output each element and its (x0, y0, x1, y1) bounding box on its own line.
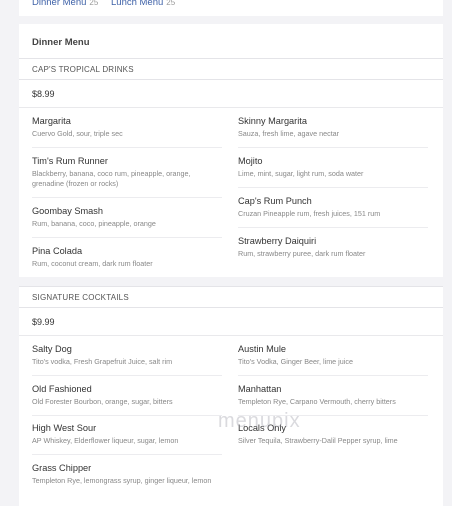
divider (238, 147, 428, 148)
item-description: Sauza, fresh lime, agave nectar (238, 129, 340, 138)
divider (19, 335, 443, 336)
tab-count: 25 (89, 0, 99, 7)
item-description: Tito's vodka, Fresh Grapefruit Juice, sa… (32, 357, 173, 366)
section-heading: CAP'S TROPICAL DRINKS (32, 65, 134, 74)
tab-count: 25 (166, 0, 176, 7)
item-name: Salty Dog (32, 344, 72, 354)
divider (238, 227, 428, 228)
menu-item: Austin Mule Tito's Vodka, Ginger Beer, l… (238, 343, 428, 367)
item-name: Locals Only (238, 423, 287, 433)
item-name: Manhattan (238, 384, 282, 394)
divider (238, 187, 428, 188)
tab-lunch-menu[interactable]: Lunch Menu 25 (111, 0, 175, 8)
menu-item: Manhattan Templeton Rye, Carpano Vermout… (238, 383, 428, 407)
section-gap (19, 277, 443, 286)
item-description: Rum, coconut cream, dark rum floater (32, 259, 153, 268)
section-price: $8.99 (32, 89, 55, 99)
section-header: SIGNATURE COCKTAILS (19, 286, 443, 308)
divider (19, 107, 443, 108)
item-name: Cap's Rum Punch (238, 196, 312, 206)
item-description: Silver Tequila, Strawberry-Dalil Pepper … (238, 436, 398, 445)
menu-item: Tim's Rum Runner Blackberry, banana, coc… (32, 155, 222, 189)
item-name: Goombay Smash (32, 206, 103, 216)
menu-item: Strawberry Daiquiri Rum, strawberry pure… (238, 235, 428, 259)
item-description: Blackberry, banana, coco rum, pineapple,… (32, 169, 191, 188)
divider (32, 147, 222, 148)
item-name: Margarita (32, 116, 71, 126)
item-description: Rum, strawberry puree, dark rum floater (238, 249, 366, 258)
item-name: Strawberry Daiquiri (238, 236, 317, 246)
divider (32, 237, 222, 238)
divider (32, 454, 222, 455)
item-description: Templeton Rye, lemongrass syrup, ginger … (32, 476, 212, 485)
item-description: Old Forester Bourbon, orange, sugar, bit… (32, 397, 173, 406)
item-name: High West Sour (32, 423, 97, 433)
menu-item: Skinny Margarita Sauza, fresh lime, agav… (238, 115, 428, 139)
menu-panel: Dinner Menu CAP'S TROPICAL DRINKS $8.99 … (19, 24, 443, 506)
tab-label: Lunch Menu (111, 0, 164, 8)
tab-label: Dinner Menu (32, 0, 87, 8)
menu-title: Dinner Menu (32, 37, 90, 48)
item-description: AP Whiskey, Elderflower liqueur, sugar, … (32, 436, 179, 445)
item-name: Mojito (238, 156, 263, 166)
item-name: Tim's Rum Runner (32, 156, 108, 166)
section-header: CAP'S TROPICAL DRINKS (19, 58, 443, 80)
menu-item: Old Fashioned Old Forester Bourbon, oran… (32, 383, 222, 407)
item-description: Cruzan Pineapple rum, fresh juices, 151 … (238, 209, 381, 218)
item-description: Lime, mint, sugar, light rum, soda water (238, 169, 364, 178)
item-description: Templeton Rye, Carpano Vermouth, cherry … (238, 397, 396, 406)
divider (32, 197, 222, 198)
menu-item: Grass Chipper Templeton Rye, lemongrass … (32, 462, 222, 486)
divider (32, 375, 222, 376)
item-name: Austin Mule (238, 344, 287, 354)
divider (238, 415, 428, 416)
item-name: Pina Colada (32, 246, 83, 256)
menu-item: Goombay Smash Rum, banana, coco, pineapp… (32, 205, 222, 229)
tab-dinner-menu[interactable]: Dinner Menu 25 (32, 0, 98, 8)
section-heading: SIGNATURE COCKTAILS (32, 293, 129, 302)
item-description: Rum, banana, coco, pineapple, orange (32, 219, 156, 228)
item-name: Old Fashioned (32, 384, 92, 394)
menu-item: Cap's Rum Punch Cruzan Pineapple rum, fr… (238, 195, 428, 219)
item-description: Cuervo Gold, sour, triple sec (32, 129, 123, 138)
menu-item: Locals Only Silver Tequila, Strawberry-D… (238, 422, 428, 446)
menu-item: Margarita Cuervo Gold, sour, triple sec (32, 115, 222, 139)
item-description: Tito's Vodka, Ginger Beer, lime juice (238, 357, 353, 366)
menu-item: Pina Colada Rum, coconut cream, dark rum… (32, 245, 222, 269)
menu-tabs-bar: Dinner Menu 25 Lunch Menu 25 (19, 0, 443, 16)
menu-item: Salty Dog Tito's vodka, Fresh Grapefruit… (32, 343, 222, 367)
menu-item: High West Sour AP Whiskey, Elderflower l… (32, 422, 222, 446)
divider (32, 415, 222, 416)
menu-item: Mojito Lime, mint, sugar, light rum, sod… (238, 155, 428, 179)
divider (238, 375, 428, 376)
section-price: $9.99 (32, 317, 55, 327)
item-name: Grass Chipper (32, 463, 92, 473)
item-name: Skinny Margarita (238, 116, 307, 126)
